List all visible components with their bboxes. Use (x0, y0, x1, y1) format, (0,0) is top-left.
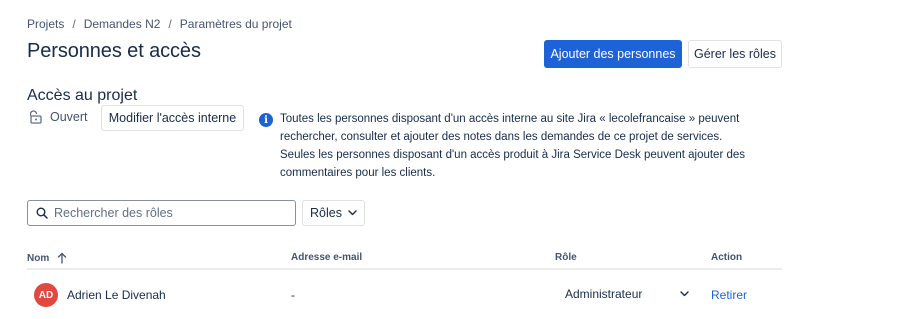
breadcrumb-separator: / (72, 17, 76, 31)
column-header-email: Adresse e-mail (291, 252, 363, 263)
search-field[interactable] (27, 200, 296, 226)
roles-filter-dropdown[interactable]: Rôles (302, 200, 365, 226)
access-status-label: Ouvert (50, 110, 88, 124)
sort-ascending-icon (58, 252, 67, 264)
unlock-icon (30, 110, 42, 124)
access-status: Ouvert (30, 110, 102, 124)
user-email: - (291, 288, 295, 302)
chevron-down-icon (348, 210, 357, 216)
add-people-button[interactable]: Ajouter des personnes (544, 40, 682, 68)
role-select[interactable]: Administrateur (557, 281, 697, 307)
column-header-name[interactable]: Nom (27, 252, 67, 264)
remove-link[interactable]: Retirer (711, 288, 747, 302)
table-header: Nom Adresse e-mail Rôle Action (27, 250, 782, 270)
user-name: Adrien Le Divenah (67, 288, 166, 302)
search-icon (36, 207, 48, 219)
breadcrumb-projects[interactable]: Projets (27, 17, 64, 31)
info-icon: i (259, 113, 273, 127)
manage-roles-button[interactable]: Gérer les rôles (688, 40, 782, 68)
breadcrumb-separator: / (168, 17, 172, 31)
breadcrumb-project[interactable]: Demandes N2 (84, 17, 161, 31)
role-select-value: Administrateur (565, 287, 643, 301)
page-title: Personnes et accès (27, 40, 201, 62)
access-info-text: Toutes les personnes disposant d'un accè… (280, 113, 746, 179)
breadcrumb: Projets / Demandes N2 / Paramètres du pr… (27, 17, 292, 31)
roles-filter-label: Rôles (310, 206, 342, 220)
search-input[interactable] (54, 206, 284, 220)
breadcrumb-settings[interactable]: Paramètres du projet (180, 17, 292, 31)
avatar: AD (34, 283, 58, 307)
project-access-title: Accès au projet (27, 87, 138, 104)
column-header-role: Rôle (555, 252, 577, 263)
column-header-action: Action (711, 252, 743, 263)
table-row: AD Adrien Le Divenah - Administrateur Re… (27, 272, 782, 314)
chevron-down-icon (680, 291, 689, 297)
modify-internal-access-button[interactable]: Modifier l'accès interne (101, 105, 244, 131)
column-name-label: Nom (27, 252, 50, 264)
